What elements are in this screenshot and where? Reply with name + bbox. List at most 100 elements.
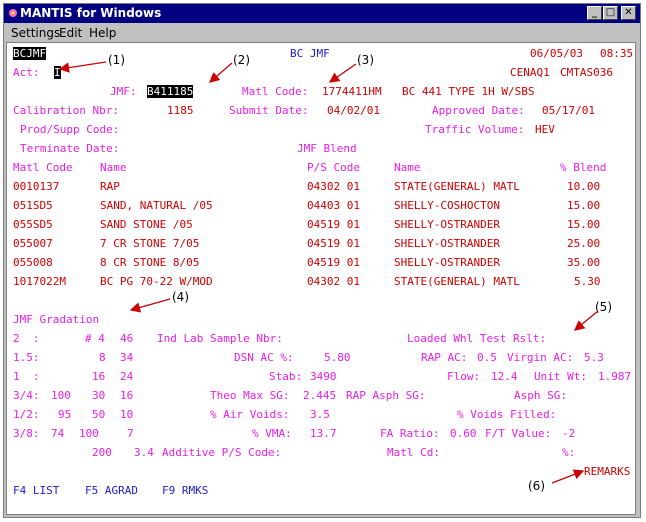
sieve-value-2: 7	[127, 427, 134, 440]
sieve-value-1: 74	[51, 427, 65, 440]
terminal-screen[interactable]: BCJMF BC JMF 06/05/03 08:35 Act: I CENAQ…	[6, 42, 636, 515]
callout-5: (5)	[595, 300, 612, 314]
voids-filled-label: % Voids Filled:	[457, 408, 557, 421]
header-time: 08:35	[600, 47, 634, 60]
row-name: SAND, NATURAL /05	[100, 199, 213, 212]
matl-desc: BC 441 TYPE 1H W/SBS	[402, 85, 535, 98]
rap-ac-label: RAP AC:	[421, 351, 468, 364]
callout-3: (3)	[357, 53, 374, 67]
sieve-label: 3/8:	[13, 427, 40, 440]
sieve-size-2: 16	[92, 370, 106, 383]
menu-bar: Settings Edit Help	[4, 23, 640, 42]
screen-id: BCJMF	[13, 47, 47, 60]
row-matl-code: 0010137	[13, 180, 60, 193]
row-ps-code: 04302 01	[307, 180, 360, 193]
unit-wt-value[interactable]: 1.987	[598, 370, 631, 383]
sieve-label: 1 :	[13, 370, 40, 383]
asph-sg-label: Asph SG:	[514, 389, 567, 402]
title-bar[interactable]: MANTIS for Windows _ □ ✕	[4, 4, 640, 23]
traffic-volume-value[interactable]: HEV	[535, 123, 555, 136]
flow-label: Flow:	[447, 370, 481, 383]
pct-label: %:	[562, 446, 576, 459]
sieve-value-2: 16	[120, 389, 134, 402]
row-pct: 15.00	[567, 199, 601, 212]
menu-settings[interactable]: Settings	[11, 26, 60, 40]
row-ps-code: 04519 01	[307, 256, 360, 269]
traffic-volume-label: Traffic Volume:	[425, 123, 525, 136]
row-ps-code: 04519 01	[307, 237, 360, 250]
flow-value[interactable]: 12.4	[491, 370, 518, 383]
sieve-size-2: 30	[92, 389, 106, 402]
menu-help[interactable]: Help	[89, 26, 116, 40]
row-matl-code: 055007	[13, 237, 53, 250]
additive-ps-label: Additive P/S Code:	[162, 446, 282, 459]
stab-label: Stab:	[269, 370, 303, 383]
maximize-button[interactable]: □	[603, 6, 618, 20]
submit-date-value[interactable]: 04/02/01	[327, 104, 380, 117]
row-matl-code: 055SD5	[13, 218, 53, 231]
prod-supp-label: Prod/Supp Code:	[20, 123, 120, 136]
sieve-label: 1/2:	[13, 408, 40, 421]
rap-ac-value[interactable]: 0.5	[477, 351, 497, 364]
mantis-app-icon	[9, 9, 17, 17]
sieve-size-2: 100	[79, 427, 99, 440]
callout-2: (2)	[233, 53, 250, 67]
air-voids-value[interactable]: 3.5	[310, 408, 330, 421]
row-source: SHELLY-OSTRANDER	[394, 237, 500, 250]
row-pct: 5.30	[574, 275, 601, 288]
jmf-label: JMF:	[110, 85, 137, 98]
close-button[interactable]: ✕	[621, 6, 636, 20]
matl-code-value: 1774411HM	[322, 85, 382, 98]
minimize-button[interactable]: _	[587, 6, 602, 20]
remarks-indicator[interactable]: REMARKS	[584, 465, 630, 478]
sieve-label: 3/4:	[13, 389, 40, 402]
row-source: STATE(GENERAL) MATL	[394, 180, 520, 193]
header-date: 06/05/03	[530, 47, 583, 60]
virgin-ac-value[interactable]: 5.3	[584, 351, 604, 364]
col-ps-code: P/S Code	[307, 161, 360, 174]
row-ps-code: 04519 01	[307, 218, 360, 231]
ft-value[interactable]: -2	[562, 427, 575, 440]
f5-agrad-key[interactable]: F5 AGRAD	[85, 484, 138, 497]
submit-date-label: Submit Date:	[229, 104, 309, 117]
sieve-value-1: 100	[51, 389, 71, 402]
row-ps-code: 04302 01	[307, 275, 360, 288]
virgin-ac-label: Virgin AC:	[507, 351, 574, 364]
row-matl-code: 051SD5	[13, 199, 53, 212]
col-matl-code: Matl Code	[13, 161, 73, 174]
sieve-value-2: 3.4	[134, 446, 154, 459]
dsn-ac-value[interactable]: 5.80	[324, 351, 351, 364]
calibration-value[interactable]: 1185	[167, 104, 194, 117]
app-window: MANTIS for Windows _ □ ✕ Settings Edit H…	[3, 3, 641, 518]
approved-date-value[interactable]: 05/17/01	[542, 104, 595, 117]
sieve-value-2: 10	[120, 408, 134, 421]
callout-6: (6)	[528, 479, 545, 493]
jmf-blend-title: JMF Blend	[297, 142, 357, 155]
row-pct: 10.00	[567, 180, 601, 193]
fa-ratio-value[interactable]: 0.60	[450, 427, 477, 440]
ind-lab-label: Ind Lab Sample Nbr:	[157, 332, 283, 345]
row-name: SAND STONE /05	[100, 218, 193, 231]
row-pct: 25.00	[567, 237, 601, 250]
ft-value-label: F/T Value:	[485, 427, 552, 440]
stab-value[interactable]: 3490	[310, 370, 337, 383]
jmf-input[interactable]: B411185	[147, 85, 194, 98]
row-pct: 15.00	[567, 218, 601, 231]
fa-ratio-label: FA Ratio:	[380, 427, 440, 440]
callout-1: (1)	[108, 53, 125, 67]
f9-rmks-key[interactable]: F9 RMKS	[162, 484, 208, 497]
matl-code-label: Matl Code:	[242, 85, 309, 98]
vma-value[interactable]: 13.7	[310, 427, 337, 440]
theo-max-sg-value[interactable]: 2.445	[303, 389, 336, 402]
col-pct-blend: % Blend	[560, 161, 607, 174]
row-name: RAP	[100, 180, 120, 193]
menu-edit[interactable]: Edit	[59, 26, 82, 40]
row-source: SHELLY-OSTRANDER	[394, 218, 500, 231]
unit-wt-label: Unit Wt:	[534, 370, 587, 383]
loaded-whl-label: Loaded Whl Test Rslt:	[407, 332, 547, 345]
sieve-value-1: 95	[58, 408, 72, 421]
f4-list-key[interactable]: F4 LIST	[13, 484, 59, 497]
rap-asph-sg-label: RAP Asph SG:	[346, 389, 426, 402]
sieve-value-2: 24	[120, 370, 134, 383]
act-input[interactable]: I	[54, 66, 61, 79]
